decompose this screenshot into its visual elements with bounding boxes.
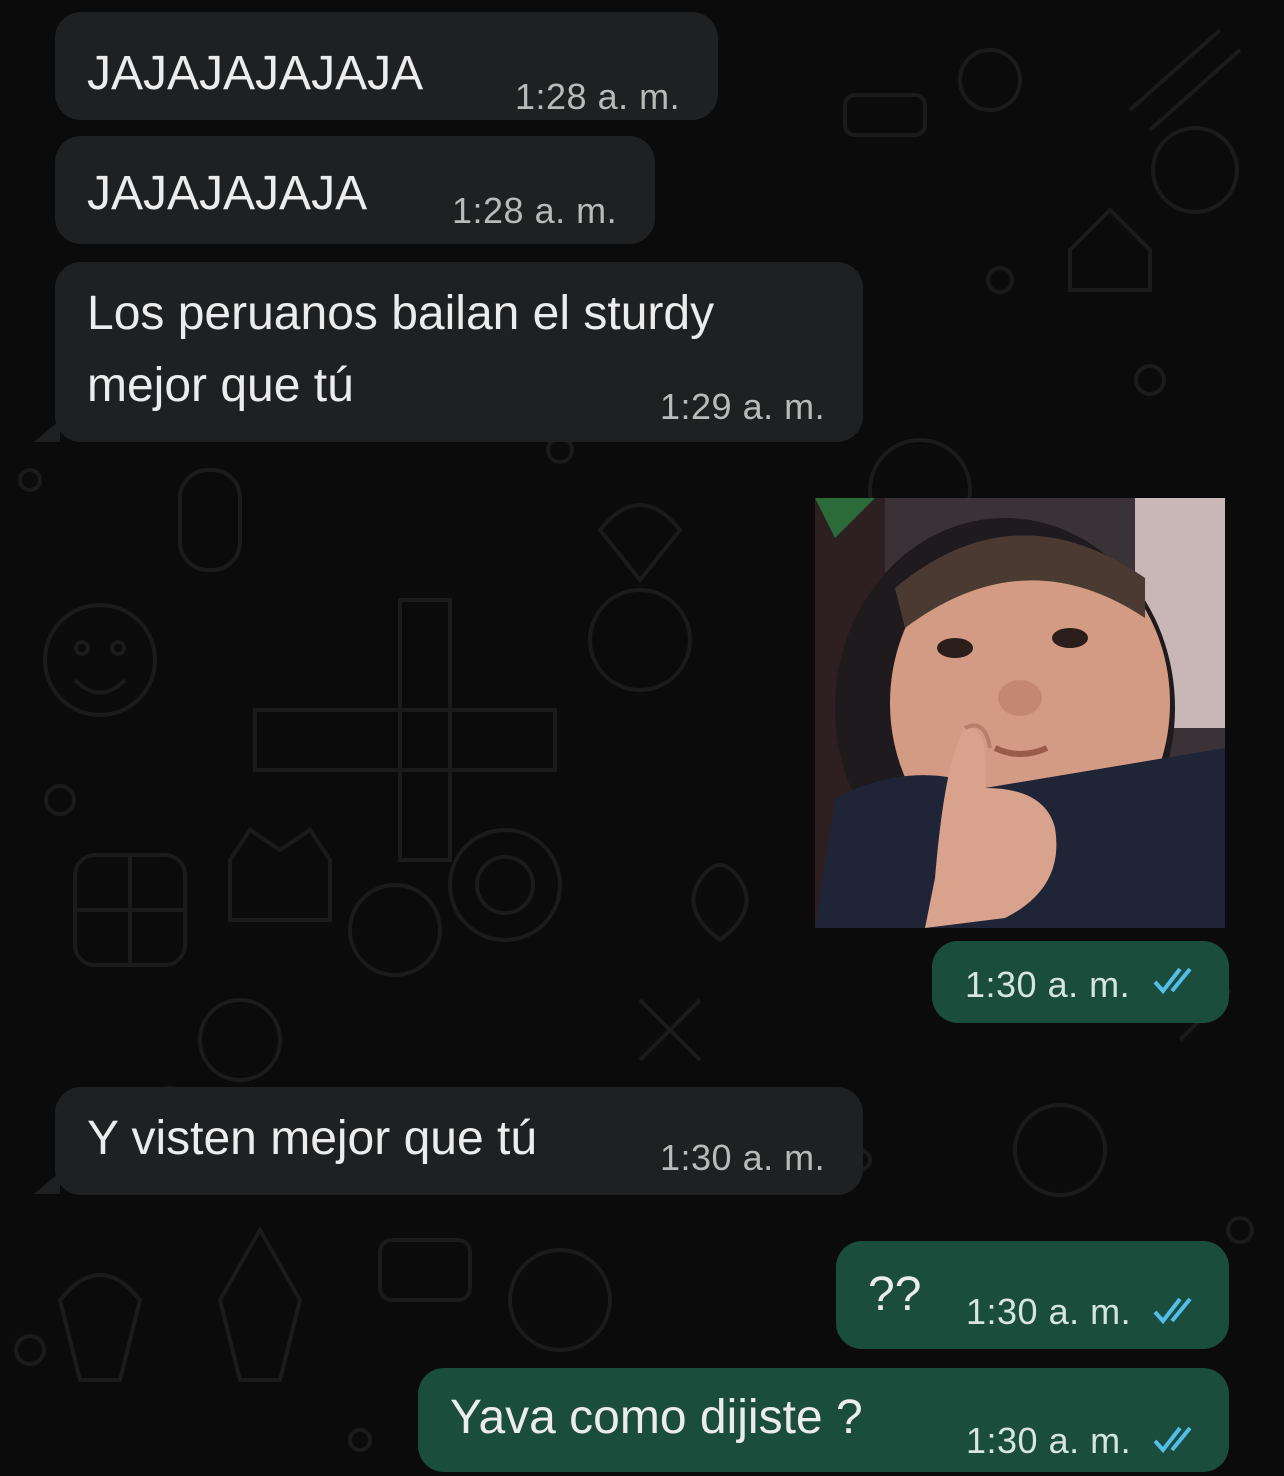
outgoing-message[interactable]: Yava como dijiste ? 1:30 a. m. [418,1368,1229,1472]
bubble-tail [34,1172,60,1194]
incoming-message[interactable]: Y visten mejor que tú 1:30 a. m. [55,1087,863,1195]
double-check-read-icon [1153,1297,1192,1325]
message-text-line-1: Los peruanos bailan el sturdy [87,287,715,340]
incoming-message[interactable]: Los peruanos bailan el sturdy mejor que … [55,262,863,442]
message-time: 1:28 a. m. [452,190,618,231]
incoming-message[interactable]: JAJAJAJAJA 1:28 a. m. [55,136,655,244]
message-text: JAJAJAJAJAJA [87,47,424,100]
message-time: 1:30 a. m. [966,1291,1132,1332]
double-check-read-icon [1153,967,1192,995]
message-text: Y visten mejor que tú [87,1112,538,1165]
message-time: 1:30 a. m. [966,1420,1132,1461]
bubble-tail [34,420,60,442]
message-time: 1:28 a. m. [515,76,681,117]
message-text: Yava como dijiste ? [450,1391,863,1444]
outgoing-message[interactable]: ?? 1:30 a. m. [836,1241,1229,1349]
baby-thumbs-up-image[interactable] [815,498,1225,928]
incoming-message[interactable]: JAJAJAJAJAJA 1:28 a. m. [55,12,718,120]
message-text-line-2: mejor que tú [87,359,354,412]
message-time: 1:29 a. m. [660,386,826,427]
baby-thumbs-up-illustration [815,498,1225,928]
outgoing-image-status[interactable]: 1:30 a. m. [932,941,1229,1023]
double-check-read-icon [1153,1426,1192,1454]
message-text: JAJAJAJAJA [87,167,368,220]
message-text: ?? [868,1268,922,1321]
message-time: 1:30 a. m. [965,964,1131,1005]
message-time: 1:30 a. m. [660,1137,826,1178]
